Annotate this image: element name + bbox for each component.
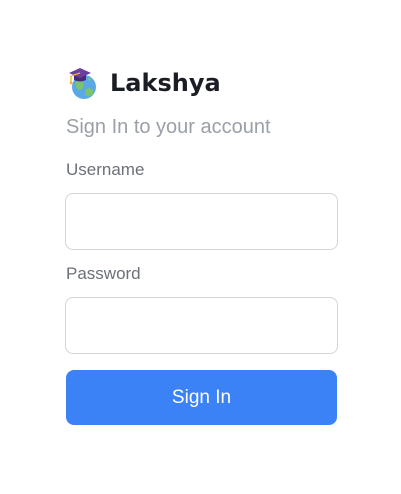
graduation-globe-icon [69,68,96,99]
sign-in-subtitle: Sign In to your account [66,116,271,138]
password-input[interactable] [65,297,338,354]
username-label: Username [66,160,145,179]
app-title: Lakshya [110,69,221,97]
sign-in-button[interactable]: Sign In [66,370,337,425]
password-label: Password [66,264,141,283]
username-input[interactable] [65,193,338,250]
login-card: Lakshya Sign In to your account Username… [0,0,401,494]
brand-header: Lakshya [66,64,221,102]
